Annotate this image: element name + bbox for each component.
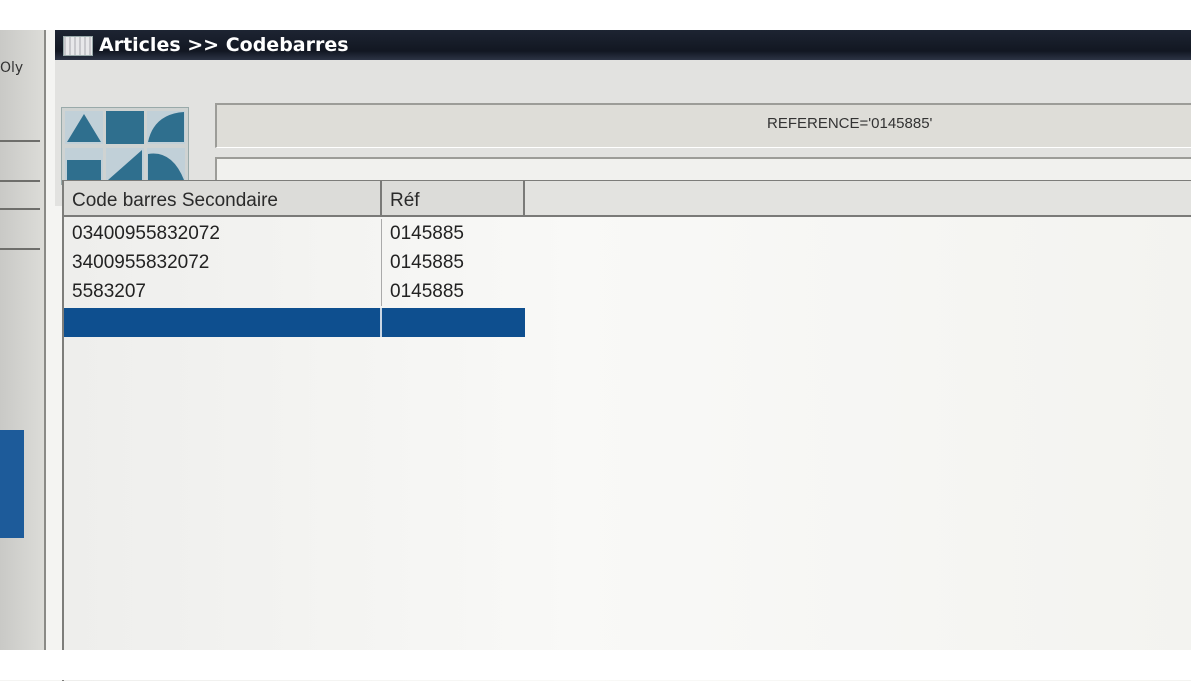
cell-code-barres[interactable] (64, 308, 382, 337)
table-row[interactable]: 03400955832072 0145885 (64, 219, 525, 248)
cell-code-barres[interactable]: 03400955832072 (64, 219, 382, 248)
window-grid-icon (63, 36, 93, 56)
column-header-code-barres[interactable]: Code barres Secondaire (64, 181, 382, 217)
cell-code-barres[interactable]: 3400955832072 (64, 248, 382, 277)
edge-divider (0, 140, 40, 142)
background-selection-fragment (0, 430, 24, 538)
filter-expression-text: REFERENCE='0145885' (767, 115, 933, 132)
table-row-selected-new[interactable] (64, 308, 525, 337)
column-header-empty (525, 181, 1191, 217)
cut-text: Oly (0, 60, 24, 76)
edge-divider (0, 248, 40, 250)
cell-ref[interactable]: 0145885 (382, 277, 525, 306)
table-row[interactable]: 3400955832072 0145885 (64, 248, 525, 277)
cell-ref[interactable]: 0145885 (382, 219, 525, 248)
edge-divider (0, 208, 40, 210)
articles-codebarres-window: Articles >> Codebarres REFERENCE='014588… (55, 30, 1191, 681)
cell-ref[interactable] (382, 308, 525, 337)
table-row[interactable]: 5583207 0145885 (64, 277, 525, 306)
app-logo-icon (61, 107, 189, 185)
cell-code-barres[interactable]: 5583207 (64, 277, 382, 306)
photo-border-bottom (0, 650, 1191, 680)
cell-ref[interactable]: 0145885 (382, 248, 525, 277)
edge-divider (0, 180, 40, 182)
filter-expression-field[interactable]: REFERENCE='0145885' (215, 103, 1191, 148)
title-bar[interactable]: Articles >> Codebarres (55, 30, 1191, 60)
photo-border-top (0, 0, 1191, 30)
column-header-ref[interactable]: Réf (382, 181, 525, 217)
window-title: Articles >> Codebarres (99, 34, 349, 56)
barcode-grid[interactable]: Code barres Secondaire Réf 0340095583207… (62, 180, 1191, 681)
background-window-edge: Oly (0, 30, 46, 680)
